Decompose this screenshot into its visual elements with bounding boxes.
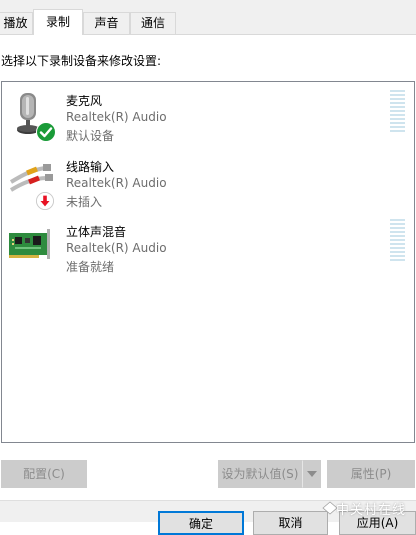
- tab-playback[interactable]: 播放: [0, 12, 33, 34]
- chevron-down-icon: [306, 471, 317, 477]
- device-driver: Realtek(R) Audio: [66, 110, 167, 124]
- device-status: 未插入: [66, 195, 103, 209]
- tab-sounds[interactable]: 声音: [83, 12, 130, 34]
- recording-device-list[interactable]: 麦克风 Realtek(R) Audio 默认设备 线路输入 Realtek(R…: [1, 81, 415, 443]
- device-item-stereo-mix[interactable]: 立体声混音 Realtek(R) Audio 准备就绪: [2, 219, 412, 279]
- configure-button[interactable]: 配置(C): [1, 460, 87, 488]
- unplugged-arrow-badge-icon: [36, 192, 54, 210]
- device-name: 线路输入: [66, 160, 115, 174]
- device-name: 麦克风: [66, 94, 103, 108]
- default-check-badge-icon: [36, 122, 56, 142]
- device-item-microphone[interactable]: 麦克风 Realtek(R) Audio 默认设备: [2, 88, 412, 148]
- tab-recording[interactable]: 录制: [33, 9, 83, 35]
- set-default-dropdown[interactable]: [302, 460, 321, 488]
- tab-communications[interactable]: 通信: [130, 12, 176, 34]
- device-item-line-in[interactable]: 线路输入 Realtek(R) Audio 未插入: [2, 154, 412, 214]
- tab-sounds-label: 声音: [94, 16, 119, 30]
- tab-playback-label: 播放: [3, 16, 28, 30]
- instruction-text: 选择以下录制设备来修改设置:: [1, 54, 162, 68]
- level-meter: [390, 90, 405, 134]
- properties-button[interactable]: 属性(P): [327, 460, 415, 488]
- device-driver: Realtek(R) Audio: [66, 176, 167, 190]
- cancel-button[interactable]: 取消: [253, 511, 328, 535]
- device-name: 立体声混音: [66, 225, 127, 239]
- tab-recording-label: 录制: [45, 15, 70, 29]
- device-driver: Realtek(R) Audio: [66, 241, 167, 255]
- watermark-text: 中关村在线: [335, 503, 406, 518]
- ok-button[interactable]: 确定: [158, 511, 244, 535]
- level-meter: [390, 219, 405, 263]
- device-status: 默认设备: [66, 129, 115, 143]
- device-status: 准备就绪: [66, 260, 115, 274]
- tab-communications-label: 通信: [140, 16, 165, 30]
- sound-card-icon: [9, 229, 50, 259]
- set-default-button[interactable]: 设为默认值(S): [218, 460, 302, 488]
